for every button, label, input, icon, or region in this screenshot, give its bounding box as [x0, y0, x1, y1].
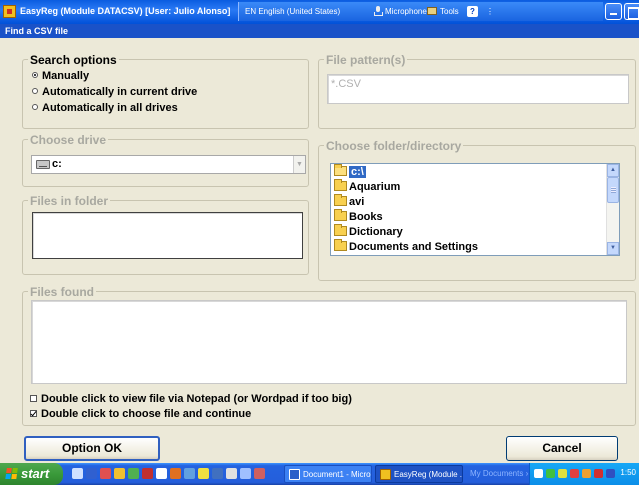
quick-launch-toolbar	[72, 467, 267, 481]
quicklaunch-icon[interactable]	[100, 468, 111, 479]
tools-icon[interactable]	[427, 7, 437, 15]
quicklaunch-icon[interactable]	[86, 468, 97, 479]
tray-icon[interactable]	[606, 469, 615, 478]
my-documents-toolbar[interactable]: My Documents »	[466, 465, 528, 483]
language-indicator[interactable]: EN English (United States)	[245, 7, 340, 16]
minimize-button[interactable]	[605, 3, 622, 20]
quicklaunch-icon[interactable]	[72, 468, 83, 479]
start-button[interactable]: start	[0, 463, 63, 485]
file-pattern-value: *.CSV	[331, 78, 361, 90]
tray-icon[interactable]	[594, 469, 603, 478]
radio-manually[interactable]: Manually	[32, 70, 89, 83]
checkbox-view-notepad[interactable]: Double click to view file via Notepad (o…	[30, 393, 352, 405]
folder-tree-list[interactable]: c:\ Aquarium avi Books Dictionary Docume…	[330, 163, 620, 256]
drive-icon	[36, 160, 50, 169]
files-found-list[interactable]	[31, 300, 627, 384]
folder-item[interactable]: Documents and Settings	[334, 239, 604, 255]
choose-folder-title: Choose folder/directory	[324, 139, 464, 153]
easyreg-app-icon	[380, 469, 391, 480]
tray-icon[interactable]	[582, 469, 591, 478]
folder-item[interactable]: Aquarium	[334, 179, 604, 196]
folder-item[interactable]: Dictionary	[334, 224, 604, 241]
windows-logo-icon	[5, 468, 19, 480]
files-found-title: Files found	[28, 285, 96, 299]
radio-dot-icon[interactable]	[32, 104, 38, 110]
file-pattern-title: File pattern(s)	[324, 53, 408, 67]
folder-list-scrollbar[interactable]: ▲ ▼	[606, 164, 619, 255]
tray-icon[interactable]	[570, 469, 579, 478]
app-icon	[3, 5, 16, 18]
file-pattern-input[interactable]: *.CSV	[327, 74, 629, 104]
folder-icon	[334, 224, 347, 236]
quicklaunch-icon[interactable]	[226, 468, 237, 479]
radio-all-drives[interactable]: Automatically in all drives	[32, 102, 178, 115]
folder-icon	[334, 179, 347, 191]
folder-item[interactable]: Books	[334, 209, 604, 226]
word-document-icon	[289, 469, 300, 480]
folder-icon	[334, 209, 347, 221]
open-folder-icon	[334, 164, 347, 176]
quicklaunch-icon[interactable]	[212, 468, 223, 479]
taskbar: start Document1 - Micro... EasyReg (Modu…	[0, 463, 639, 485]
radio-dot-icon[interactable]	[32, 72, 38, 78]
window-title: EasyReg (Module DATACSV) [User: Julio Al…	[20, 6, 231, 16]
microphone-button[interactable]: Microphone	[385, 7, 427, 16]
search-options-title: Search options	[28, 53, 119, 67]
quicklaunch-icon[interactable]	[128, 468, 139, 479]
tray-icon[interactable]	[534, 469, 543, 478]
scroll-down-icon[interactable]: ▼	[607, 242, 619, 255]
taskbar-item-document1[interactable]: Document1 - Micro...	[284, 465, 372, 483]
tray-icon[interactable]	[558, 469, 567, 478]
quicklaunch-icon[interactable]	[114, 468, 125, 479]
files-in-folder-title: Files in folder	[28, 194, 111, 208]
files-in-folder-list[interactable]	[32, 212, 303, 259]
drive-select-value: c:	[52, 158, 62, 170]
checkbox-choose-continue[interactable]: Double click to choose file and continue	[30, 408, 251, 420]
clock[interactable]: 1:50	[620, 468, 636, 477]
taskbar-item-easyreg[interactable]: EasyReg (Module ...	[375, 465, 463, 483]
quicklaunch-icon[interactable]	[198, 468, 209, 479]
scroll-up-icon[interactable]: ▲	[607, 164, 619, 177]
language-bar[interactable]: EN English (United States) Microphone To…	[238, 2, 603, 21]
microphone-icon[interactable]	[373, 6, 383, 16]
choose-drive-title: Choose drive	[28, 133, 109, 147]
scrollbar-thumb[interactable]	[607, 177, 619, 203]
quicklaunch-icon[interactable]	[254, 468, 265, 479]
help-icon[interactable]: ?	[467, 6, 478, 17]
window-title-bar[interactable]: EasyReg (Module DATACSV) [User: Julio Al…	[0, 0, 639, 24]
folder-icon	[334, 239, 347, 251]
quicklaunch-icon[interactable]	[240, 468, 251, 479]
drive-select[interactable]: c: ▼	[31, 155, 306, 174]
radio-dot-icon[interactable]	[32, 88, 38, 94]
system-tray: 1:50	[529, 463, 639, 485]
folder-icon	[334, 194, 347, 206]
option-ok-button[interactable]: Option OK	[24, 436, 160, 461]
tools-button[interactable]: Tools	[440, 7, 459, 16]
chevron-down-icon[interactable]: ▼	[293, 156, 305, 173]
quicklaunch-icon[interactable]	[156, 468, 167, 479]
maximize-button[interactable]	[624, 3, 639, 20]
language-bar-options-icon[interactable]: ⋮	[486, 6, 494, 17]
checkbox-checked-icon[interactable]	[30, 410, 37, 417]
quicklaunch-icon[interactable]	[170, 468, 181, 479]
quicklaunch-icon[interactable]	[142, 468, 153, 479]
folder-item-root[interactable]: c:\	[334, 164, 604, 181]
folder-item[interactable]: avi	[334, 194, 604, 211]
quicklaunch-icon[interactable]	[184, 468, 195, 479]
dialog-title: Find a CSV file	[0, 24, 639, 38]
cancel-button[interactable]: Cancel	[506, 436, 618, 461]
radio-current-drive[interactable]: Automatically in current drive	[32, 86, 197, 99]
tray-icon[interactable]	[546, 469, 555, 478]
checkbox-icon[interactable]	[30, 395, 37, 402]
